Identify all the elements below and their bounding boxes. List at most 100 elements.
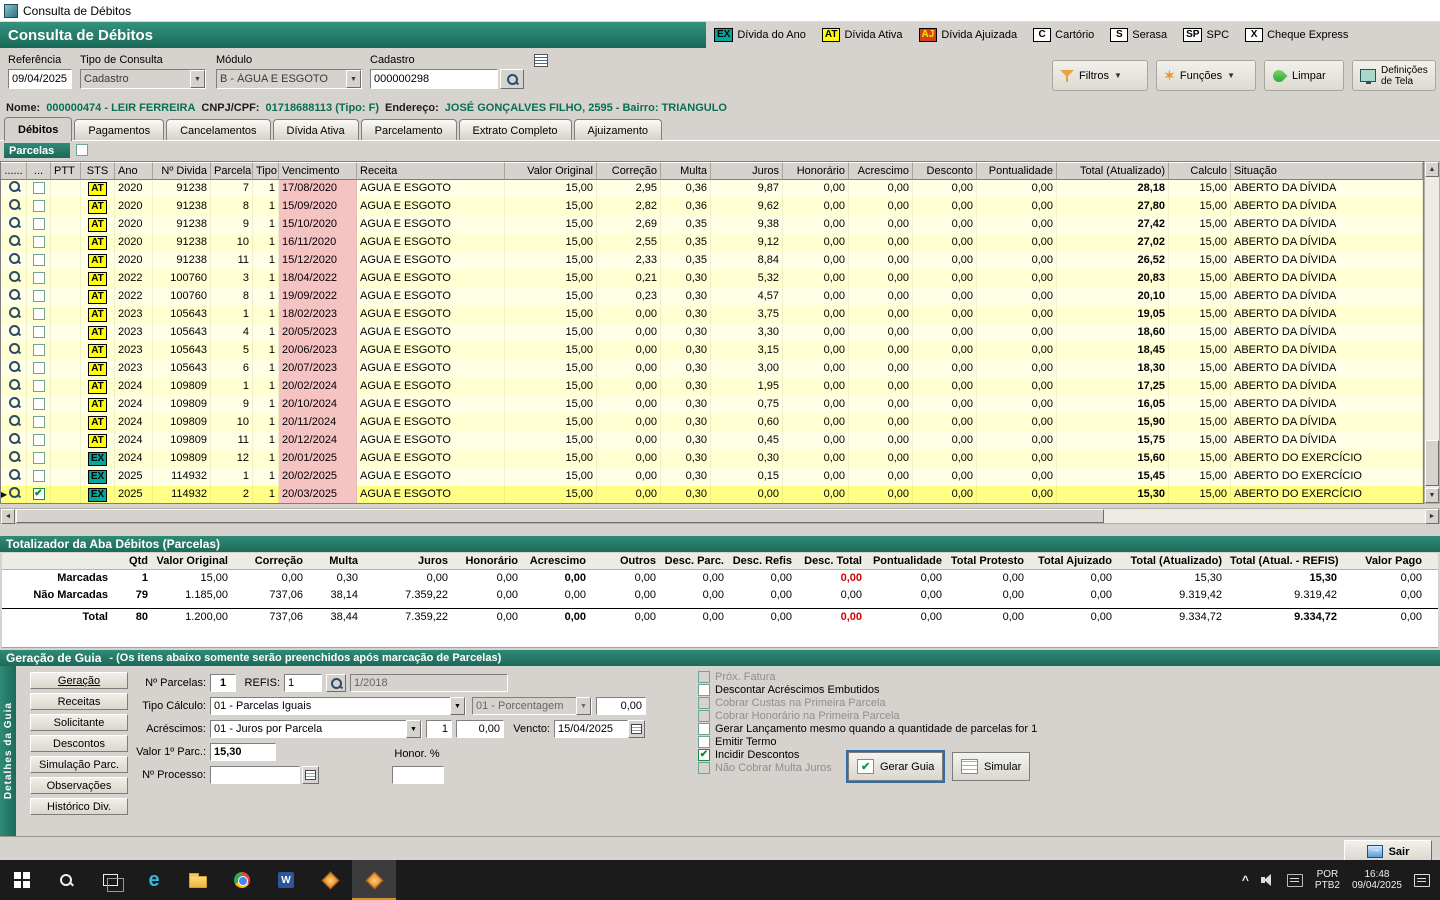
chevron-down-icon[interactable]: ▼: [346, 70, 361, 88]
guia-sidebar-receitas[interactable]: Receitas: [30, 693, 128, 710]
row-zoom-icon[interactable]: [8, 198, 20, 210]
modulo-select[interactable]: B - ÁGUA E ESGOTO ▼: [216, 69, 362, 89]
list-icon[interactable]: [534, 54, 548, 67]
table-row[interactable]: AT 2020 91238 7 1 17/08/2020 AGUA E ESGOTO 15,0…: [1, 180, 1423, 198]
processo-input[interactable]: [210, 766, 300, 784]
row-checkbox[interactable]: [32, 272, 45, 285]
acrescimos-select[interactable]: 01 - Juros por Parcela ▼: [210, 720, 422, 738]
refis-input[interactable]: [284, 674, 322, 692]
row-checkbox[interactable]: [32, 236, 45, 249]
gerar-guia-button[interactable]: Gerar Guia: [845, 750, 946, 783]
taskbar-clock[interactable]: 16:48 09/04/2025: [1352, 869, 1402, 891]
guia-sidebar-gera-o[interactable]: Geração: [30, 672, 128, 689]
guia-sidebar-hist-rico-div-[interactable]: Histórico Div.: [30, 798, 128, 815]
tab-cancelamentos[interactable]: Cancelamentos: [166, 119, 271, 141]
guia-checkbox[interactable]: [698, 671, 710, 683]
row-zoom-icon[interactable]: [8, 270, 20, 282]
tipo-consulta-select[interactable]: Cadastro ▼: [80, 69, 206, 89]
row-checkbox[interactable]: [32, 452, 45, 465]
tab-d-bitos[interactable]: Débitos: [4, 117, 73, 141]
table-row[interactable]: AT 2023 105643 1 1 18/02/2023 AGUA E ESGOTO 15,…: [1, 306, 1423, 324]
word-app-button[interactable]: W: [264, 860, 308, 900]
cadastro-input[interactable]: [370, 69, 498, 89]
row-zoom-icon[interactable]: [8, 396, 20, 408]
row-checkbox[interactable]: [32, 398, 45, 411]
row-zoom-icon[interactable]: [8, 378, 20, 390]
table-row[interactable]: AT 2023 105643 6 1 20/07/2023 AGUA E ESGOTO 15,…: [1, 360, 1423, 378]
table-row[interactable]: EX 2024 109809 12 1 20/01/2025 AGUA E ESGOTO 15…: [1, 450, 1423, 468]
table-row[interactable]: AT 2024 109809 11 1 20/12/2024 AGUA E ESGOTO 15…: [1, 432, 1423, 450]
row-zoom-icon[interactable]: [8, 234, 20, 246]
table-row[interactable]: AT 2024 109809 9 1 20/10/2024 AGUA E ESGOTO 15,…: [1, 396, 1423, 414]
taskbar-search-button[interactable]: [44, 860, 88, 900]
row-checkbox[interactable]: [32, 380, 45, 393]
app-button-2-active[interactable]: [352, 860, 396, 900]
row-zoom-icon[interactable]: [8, 306, 20, 318]
start-button[interactable]: [0, 860, 44, 900]
table-row[interactable]: AT 2024 109809 10 1 20/11/2024 AGUA E ESGOTO 15…: [1, 414, 1423, 432]
horizontal-scrollbar[interactable]: ◄ ►: [0, 508, 1440, 524]
vertical-scroll-thumb[interactable]: [1425, 440, 1439, 486]
file-explorer-button[interactable]: [176, 860, 220, 900]
chevron-down-icon[interactable]: ▼: [450, 697, 465, 715]
row-checkbox[interactable]: [32, 362, 45, 375]
num-parcelas-input[interactable]: [210, 674, 236, 692]
app-button-1[interactable]: [308, 860, 352, 900]
table-row[interactable]: AT 2022 100760 8 1 19/09/2022 AGUA E ESGOTO 15,…: [1, 288, 1423, 306]
tab-parcelamento[interactable]: Parcelamento: [360, 119, 457, 141]
calculator-icon[interactable]: [302, 766, 319, 784]
cadastro-search-button[interactable]: [500, 69, 524, 89]
row-checkbox[interactable]: [32, 326, 45, 339]
simular-button[interactable]: Simular: [952, 752, 1031, 781]
row-checkbox[interactable]: [32, 434, 45, 447]
guia-checkbox[interactable]: [698, 736, 710, 748]
table-row[interactable]: EX 2025 114932 1 1 20/02/2025 AGUA E ESGOTO 15,…: [1, 468, 1423, 486]
table-row[interactable]: AT 2022 100760 3 1 18/04/2022 AGUA E ESGOTO 15,…: [1, 270, 1423, 288]
definicoes-tela-button[interactable]: Definições de Tela: [1352, 60, 1436, 91]
row-checkbox[interactable]: [32, 488, 45, 501]
row-checkbox[interactable]: [32, 218, 45, 231]
parcelas-checkbox[interactable]: [76, 144, 88, 156]
scroll-left-button[interactable]: ◄: [1, 509, 15, 524]
row-zoom-icon[interactable]: [8, 360, 20, 372]
row-zoom-icon[interactable]: [8, 432, 20, 444]
limpar-button[interactable]: Limpar: [1264, 60, 1344, 91]
scroll-up-button[interactable]: ▲: [1425, 162, 1439, 177]
task-view-button[interactable]: [88, 860, 132, 900]
table-row[interactable]: AT 2020 91238 11 1 15/12/2020 AGUA E ESGOTO 15,…: [1, 252, 1423, 270]
row-zoom-icon[interactable]: [8, 450, 20, 462]
tab-pagamentos[interactable]: Pagamentos: [74, 119, 165, 141]
scroll-right-button[interactable]: ►: [1425, 509, 1439, 524]
row-zoom-icon[interactable]: [8, 288, 20, 300]
row-zoom-icon[interactable]: [8, 252, 20, 264]
row-zoom-icon[interactable]: [8, 216, 20, 228]
valor-parc-input[interactable]: [210, 743, 276, 761]
row-checkbox[interactable]: [32, 290, 45, 303]
calendar-icon[interactable]: [628, 720, 645, 738]
table-row[interactable]: AT 2020 91238 9 1 15/10/2020 AGUA E ESGOTO 15,0…: [1, 216, 1423, 234]
honor-input[interactable]: [392, 766, 444, 784]
table-row[interactable]: EX20251149322120/03/2025AGUA E ESGOTO15,…: [1, 486, 1423, 503]
table-row[interactable]: AT 2023 105643 5 1 20/06/2023 AGUA E ESGOTO 15,…: [1, 342, 1423, 360]
volume-icon[interactable]: [1260, 874, 1275, 886]
row-checkbox[interactable]: [32, 200, 45, 213]
language-indicator[interactable]: POR PTB2: [1315, 869, 1340, 891]
guia-checkbox[interactable]: [698, 749, 710, 761]
tipo-calculo-select[interactable]: 01 - Parcelas Iguais ▼: [210, 697, 466, 715]
filtros-button[interactable]: Filtros ▼: [1052, 60, 1148, 91]
refis-search-button[interactable]: [326, 674, 346, 692]
acrescimos-valor-input[interactable]: [456, 720, 504, 738]
guia-sidebar-solicitante[interactable]: Solicitante: [30, 714, 128, 731]
row-checkbox[interactable]: [32, 416, 45, 429]
acrescimos-qtd-input[interactable]: [426, 720, 452, 738]
guia-checkbox[interactable]: [698, 684, 710, 696]
guia-checkbox[interactable]: [698, 762, 710, 774]
row-checkbox[interactable]: [32, 254, 45, 267]
guia-checkbox[interactable]: [698, 710, 710, 722]
referencia-input[interactable]: [8, 69, 72, 89]
row-zoom-icon[interactable]: [8, 486, 20, 498]
row-zoom-icon[interactable]: [8, 180, 20, 192]
porcentagem-valor-input[interactable]: [596, 697, 646, 715]
row-checkbox[interactable]: [32, 470, 45, 483]
chevron-down-icon[interactable]: ▼: [190, 70, 205, 88]
